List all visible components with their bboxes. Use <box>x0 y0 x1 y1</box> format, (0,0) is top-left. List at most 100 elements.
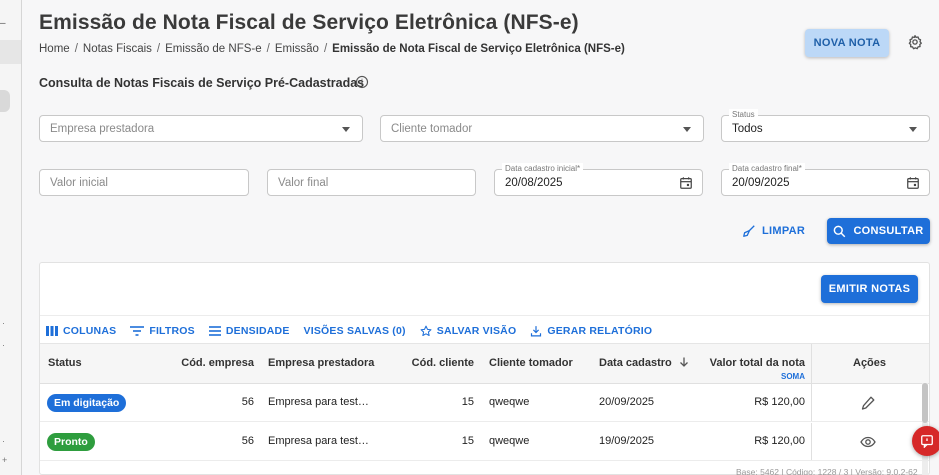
calendar-icon[interactable] <box>906 176 920 190</box>
data-inicial-value: 20/08/2025 <box>505 177 563 189</box>
valor-final-placeholder: Valor final <box>278 177 329 189</box>
status-badge: Pronto <box>47 433 95 451</box>
breadcrumb-current: Emissão de Nota Fiscal de Serviço Eletrô… <box>332 43 625 55</box>
table-row[interactable]: Em digitação 56 Empresa para test… 15 qw… <box>40 384 929 422</box>
densidade-label: DENSIDADE <box>225 325 290 337</box>
eye-icon[interactable] <box>860 434 876 450</box>
column-divider <box>811 344 812 383</box>
valor-final-input[interactable]: Valor final <box>267 169 476 196</box>
status-select[interactable]: Status Todos <box>721 109 930 142</box>
info-icon[interactable] <box>355 75 369 89</box>
footer-version: Base: 5462 | Código: 1228 / 3 | Versão: … <box>736 467 918 475</box>
rail-dot: · <box>2 318 5 328</box>
gear-icon[interactable] <box>907 34 923 50</box>
rail-dot: · <box>2 436 5 446</box>
gerar-relatorio-label: GERAR RELATÓRIO <box>547 325 653 337</box>
breadcrumb: Home / Notas Fiscais / Emissão de NFS-e / Emis… <box>39 43 625 55</box>
valor-inicial-input[interactable]: Valor inicial <box>39 169 249 196</box>
grid-toolbar: COLUNAS FILTROS DENSIDADE VISÕES SALVAS … <box>46 323 652 339</box>
data-final-label: Data cadastro final* <box>729 163 805 174</box>
filtros-button[interactable]: FILTROS <box>130 325 195 337</box>
broom-icon <box>743 225 755 237</box>
search-icon <box>834 225 846 237</box>
table-row[interactable]: Pronto 56 Empresa para test… 15 qweqwe 1… <box>40 423 929 461</box>
salvar-visao-button[interactable]: SALVAR VISÃO <box>420 325 517 337</box>
cell-cod-cliente: 15 <box>461 435 474 447</box>
cell-cod-empresa: 56 <box>241 396 254 408</box>
salvar-visao-label: SALVAR VISÃO <box>436 325 517 337</box>
cell-empresa: Empresa para test… <box>268 396 369 408</box>
data-inicial-field[interactable]: Data cadastro inicial* 20/08/2025 <box>494 163 703 196</box>
col-cod-cliente[interactable]: Cód. cliente <box>400 357 474 369</box>
feedback-icon <box>921 435 933 448</box>
nova-nota-button[interactable]: NOVA NOTA <box>805 29 889 57</box>
chevron-down-icon <box>909 127 917 132</box>
gerar-relatorio-button[interactable]: GERAR RELATÓRIO <box>530 325 652 337</box>
visoes-salvas-button[interactable]: VISÕES SALVAS (0) <box>304 325 406 337</box>
cell-data: 19/09/2025 <box>599 435 655 447</box>
pencil-icon[interactable] <box>860 395 876 411</box>
section-title: Consulta de Notas Fiscais de Serviço Pré… <box>39 76 365 90</box>
data-inicial-label: Data cadastro inicial* <box>502 163 584 174</box>
density-icon <box>208 326 221 336</box>
status-value: Todos <box>732 123 763 135</box>
colunas-button[interactable]: COLUNAS <box>46 325 116 337</box>
col-valor-total[interactable]: Valor total da nota <box>700 357 805 369</box>
col-data-cadastro[interactable]: Data cadastro <box>599 357 689 369</box>
empresa-prestadora-placeholder: Empresa prestadora <box>50 123 155 135</box>
densidade-button[interactable]: DENSIDADE <box>208 325 290 337</box>
rail-toggle[interactable] <box>0 90 10 112</box>
left-sidebar-rail: – · · · + <box>0 0 22 475</box>
cell-valor: R$ 120,00 <box>754 435 805 447</box>
cell-empresa: Empresa para test… <box>268 435 369 447</box>
breadcrumb-emissao-nfse[interactable]: Emissão de NFS-e <box>165 43 262 55</box>
star-icon <box>420 325 432 337</box>
toolbar-divider <box>40 315 929 316</box>
download-icon <box>531 326 542 337</box>
rail-dot: + <box>2 455 8 465</box>
col-status[interactable]: Status <box>48 357 82 369</box>
col-cod-empresa[interactable]: Cód. empresa <box>180 357 254 369</box>
breadcrumb-emissao[interactable]: Emissão <box>275 43 319 55</box>
col-data-cadastro-label: Data cadastro <box>599 357 672 369</box>
column-divider <box>811 384 812 421</box>
status-label: Status <box>729 109 758 120</box>
main-content: Emissão de Nota Fiscal de Serviço Eletrô… <box>22 0 939 475</box>
breadcrumb-notas-fiscais[interactable]: Notas Fiscais <box>83 43 152 55</box>
valor-inicial-placeholder: Valor inicial <box>50 177 108 189</box>
data-final-value: 20/09/2025 <box>732 177 790 189</box>
colunas-label: COLUNAS <box>63 325 117 337</box>
cell-valor: R$ 120,00 <box>754 396 805 408</box>
table-header: Status Cód. empresa Empresa prestadora C… <box>40 343 929 384</box>
chevron-down-icon <box>342 127 350 132</box>
cell-cliente: qweqwe <box>489 396 530 408</box>
filter-icon <box>130 326 145 336</box>
breadcrumb-home[interactable]: Home <box>39 43 70 55</box>
results-card: EMITIR NOTAS COLUNAS FILTROS DENSIDADE V… <box>39 262 930 475</box>
page-title: Emissão de Nota Fiscal de Serviço Eletrô… <box>39 11 579 34</box>
cliente-tomador-placeholder: Cliente tomador <box>391 123 473 135</box>
status-badge: Em digitação <box>47 394 127 412</box>
rail-item-active[interactable] <box>0 40 21 64</box>
cell-data: 20/09/2025 <box>599 396 655 408</box>
calendar-icon[interactable] <box>679 176 693 190</box>
feedback-button[interactable] <box>912 426 939 456</box>
empresa-prestadora-select[interactable]: Empresa prestadora <box>39 115 363 142</box>
col-empresa-prestadora[interactable]: Empresa prestadora <box>268 357 374 369</box>
rail-dot: · <box>2 340 5 350</box>
data-final-field[interactable]: Data cadastro final* 20/09/2025 <box>721 163 930 196</box>
arrow-down-icon[interactable] <box>679 357 689 367</box>
visoes-salvas-label: VISÕES SALVAS (0) <box>303 325 406 337</box>
limpar-button[interactable]: LIMPAR <box>742 218 805 244</box>
chevron-down-icon <box>683 127 691 132</box>
consultar-button[interactable]: CONSULTAR <box>827 218 930 244</box>
columns-icon <box>46 326 58 336</box>
emitir-notas-button[interactable]: EMITIR NOTAS <box>821 275 918 303</box>
cliente-tomador-select[interactable]: Cliente tomador <box>380 115 704 142</box>
col-cliente-tomador[interactable]: Cliente tomador <box>489 357 573 369</box>
table-scrollbar-thumb[interactable] <box>922 383 928 423</box>
limpar-label: LIMPAR <box>762 225 806 237</box>
cell-cliente: qweqwe <box>489 435 530 447</box>
consultar-label: CONSULTAR <box>853 225 924 237</box>
cell-cod-empresa: 56 <box>241 435 254 447</box>
